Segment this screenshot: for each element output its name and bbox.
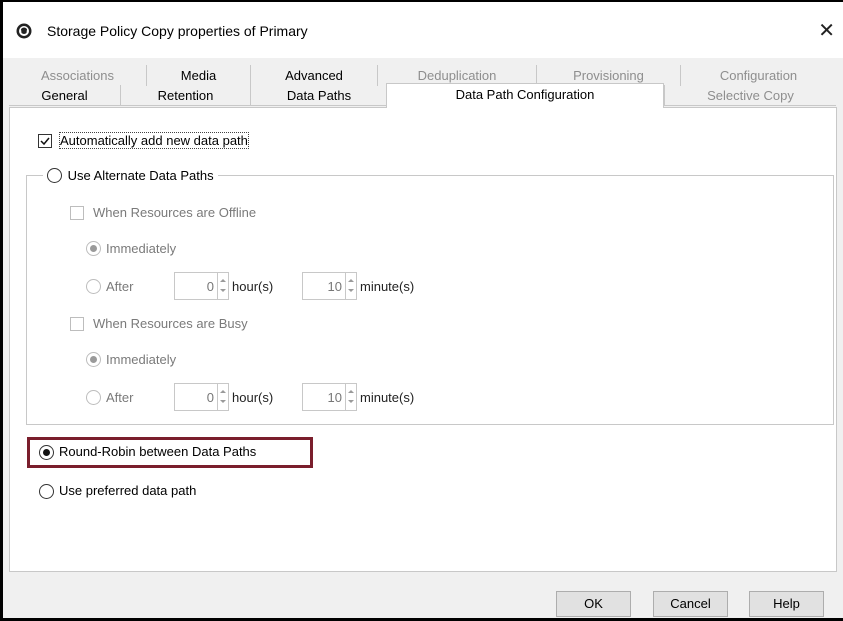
- spin-arrows-icon[interactable]: [217, 384, 228, 410]
- alternate-paths-legend: Use Alternate Data Paths: [43, 167, 218, 184]
- tab-associations[interactable]: Associations: [9, 65, 146, 86]
- preferred-path-label[interactable]: Use preferred data path: [59, 483, 196, 498]
- auto-add-checkbox[interactable]: [38, 134, 52, 148]
- offline-label[interactable]: When Resources are Offline: [93, 205, 256, 220]
- help-button[interactable]: Help: [749, 591, 824, 617]
- offline-minutes-unit: minute(s): [360, 279, 415, 294]
- use-alternate-label[interactable]: Use Alternate Data Paths: [68, 168, 214, 183]
- tab-configuration[interactable]: Configuration: [680, 65, 836, 86]
- offline-after-radio[interactable]: [86, 279, 101, 294]
- busy-after-radio[interactable]: [86, 390, 101, 405]
- tab-selective-copy[interactable]: Selective Copy: [664, 85, 836, 106]
- offline-minutes-value: 10: [327, 279, 342, 294]
- tab-data-paths[interactable]: Data Paths: [250, 85, 387, 106]
- cancel-button[interactable]: Cancel: [653, 591, 728, 617]
- offline-immediately-label[interactable]: Immediately: [106, 241, 176, 256]
- busy-after-label[interactable]: After: [106, 390, 133, 405]
- title-bar: Storage Policy Copy properties of Primar…: [3, 2, 843, 58]
- offline-immediately-radio[interactable]: [86, 241, 101, 256]
- tab-retention[interactable]: Retention: [120, 85, 250, 106]
- spin-arrows-icon[interactable]: [345, 273, 356, 299]
- use-alternate-radio[interactable]: [47, 168, 62, 184]
- preferred-path-radio[interactable]: [39, 484, 54, 499]
- offline-hours-spinner[interactable]: 0: [174, 272, 229, 300]
- close-button[interactable]: ✕: [818, 18, 835, 43]
- offline-hours-unit: hour(s): [232, 279, 274, 294]
- spin-arrows-icon[interactable]: [345, 384, 356, 410]
- round-robin-radio[interactable]: [39, 445, 54, 460]
- tab-general[interactable]: General: [9, 85, 120, 106]
- shield-logo-icon: [16, 23, 32, 39]
- busy-hours-value: 0: [206, 390, 214, 405]
- auto-add-label[interactable]: Automatically add new data path: [59, 132, 249, 149]
- offline-after-label[interactable]: After: [106, 279, 133, 294]
- round-robin-label[interactable]: Round-Robin between Data Paths: [59, 444, 256, 459]
- tab-advanced[interactable]: Advanced: [250, 65, 377, 86]
- offline-checkbox[interactable]: [70, 206, 84, 220]
- busy-minutes-spinner[interactable]: 10: [302, 383, 357, 411]
- busy-checkbox[interactable]: [70, 317, 84, 331]
- busy-immediately-label[interactable]: Immediately: [106, 352, 176, 367]
- busy-hours-unit: hour(s): [232, 390, 274, 405]
- checkmark-icon: [40, 137, 50, 146]
- busy-label[interactable]: When Resources are Busy: [93, 316, 248, 331]
- window-title: Storage Policy Copy properties of Primar…: [47, 23, 308, 39]
- busy-hours-spinner[interactable]: 0: [174, 383, 229, 411]
- offline-hours-value: 0: [206, 279, 214, 294]
- busy-minutes-value: 10: [327, 390, 342, 405]
- busy-immediately-radio[interactable]: [86, 352, 101, 367]
- tab-media[interactable]: Media: [146, 65, 250, 86]
- spin-arrows-icon[interactable]: [217, 273, 228, 299]
- offline-minutes-spinner[interactable]: 10: [302, 272, 357, 300]
- ok-button[interactable]: OK: [556, 591, 631, 617]
- tab-data-path-configuration[interactable]: Data Path Configuration: [386, 83, 664, 108]
- busy-minutes-unit: minute(s): [360, 390, 415, 405]
